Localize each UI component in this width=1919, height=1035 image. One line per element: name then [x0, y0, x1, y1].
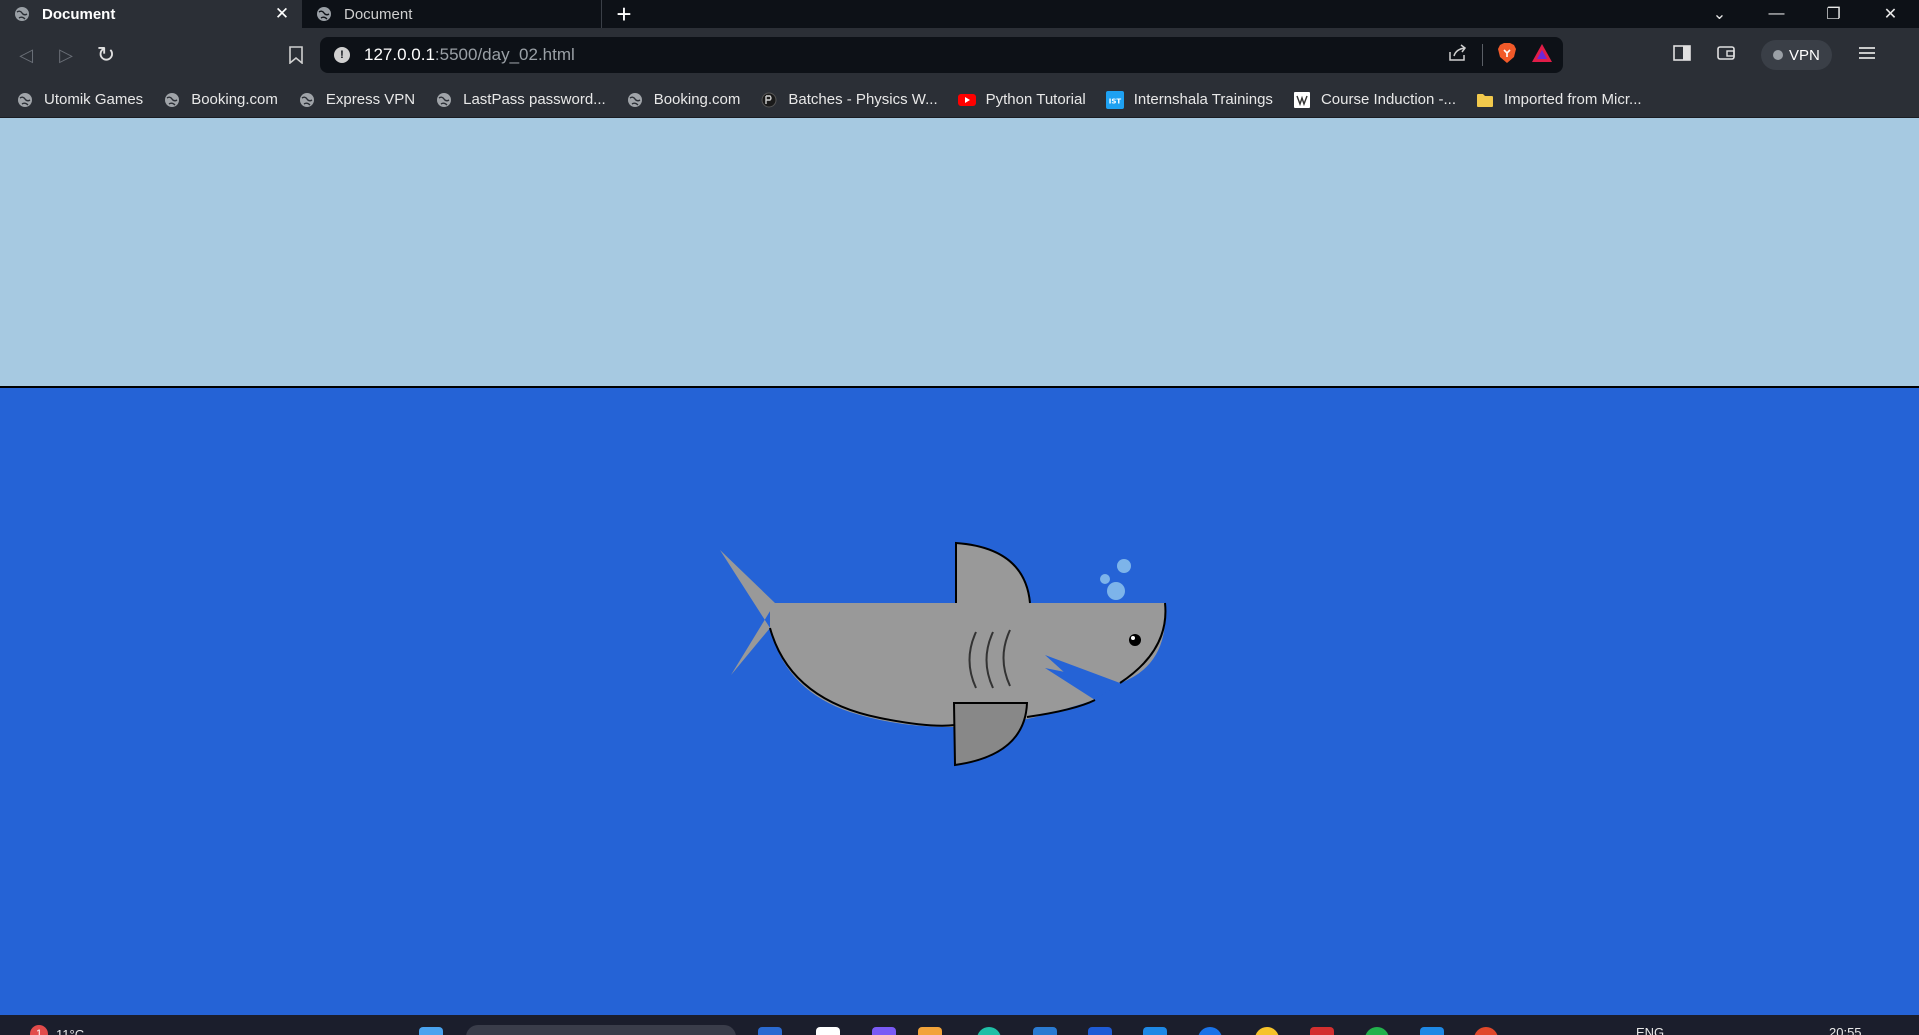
shark-pectoral-fin — [952, 702, 1029, 767]
start-icon[interactable] — [419, 1027, 443, 1035]
weather-temp: 11°C — [56, 1026, 85, 1035]
taskbar-app-icon[interactable] — [758, 1027, 782, 1035]
taskbar-search[interactable] — [466, 1025, 736, 1035]
shark-dorsal-fin — [955, 541, 1031, 604]
clock[interactable]: 20:55 — [1829, 1025, 1862, 1035]
taskbar-app-icon[interactable] — [1310, 1027, 1334, 1035]
taskbar-app-icon[interactable] — [1198, 1027, 1222, 1035]
taskbar-app-icon[interactable] — [816, 1027, 840, 1035]
taskbar-app-icon[interactable] — [1474, 1027, 1498, 1035]
bubble — [1100, 574, 1110, 584]
taskbar-app-icon[interactable] — [1420, 1027, 1444, 1035]
taskbar-app-icon[interactable] — [1255, 1027, 1279, 1035]
shark-tail — [720, 550, 775, 675]
taskbar-app-icon[interactable] — [918, 1027, 942, 1035]
weather-widget[interactable]: 1 11°C — [30, 1025, 84, 1035]
shark-eye — [1129, 634, 1141, 646]
language-indicator[interactable]: ENG — [1636, 1025, 1664, 1035]
taskbar-app-icon[interactable] — [1033, 1027, 1057, 1035]
taskbar-app-icon[interactable] — [1143, 1027, 1167, 1035]
bubble — [1107, 582, 1125, 600]
taskbar-app-icon[interactable] — [1088, 1027, 1112, 1035]
bubble — [1117, 559, 1131, 573]
shark — [720, 541, 1167, 767]
taskbar-app-icon[interactable] — [1365, 1027, 1389, 1035]
taskbar-app-icon[interactable] — [977, 1027, 1001, 1035]
taskbar-app-icon[interactable] — [872, 1027, 896, 1035]
taskbar: 1 11°C ENG 20:55 — [0, 1015, 1919, 1035]
notification-badge: 1 — [30, 1025, 48, 1035]
